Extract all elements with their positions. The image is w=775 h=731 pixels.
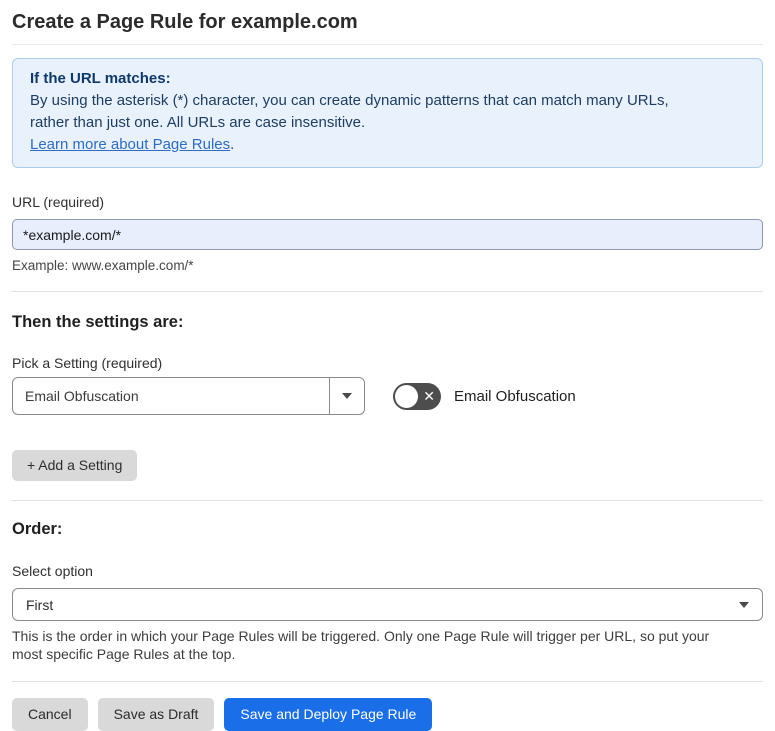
link-period: . (230, 136, 235, 153)
order-select[interactable]: First (12, 588, 763, 621)
email-obfuscation-toggle-group: ✕ Email Obfuscation (393, 382, 576, 410)
settings-section-heading: Then the settings are: (12, 313, 184, 331)
toggle-knob (395, 384, 418, 408)
info-box-link-row: Learn more about Page Rules. (30, 134, 745, 156)
section-divider (12, 500, 763, 501)
footer-divider (12, 681, 763, 682)
order-section-heading: Order: (12, 520, 63, 538)
add-setting-button[interactable]: + Add a Setting (12, 450, 138, 481)
info-box-body-line1: By using the asterisk (*) character, you… (30, 92, 669, 109)
chevron-down-icon (342, 393, 352, 399)
save-and-deploy-button[interactable]: Save and Deploy Page Rule (224, 698, 433, 731)
order-select-value: First (26, 596, 54, 613)
setting-select-value: Email Obfuscation (25, 388, 139, 404)
setting-select-arrow-button[interactable] (329, 378, 364, 414)
chevron-down-icon (739, 601, 749, 608)
section-divider (12, 291, 763, 292)
order-help-line1: This is the order in which your Page Rul… (12, 628, 710, 644)
cancel-button[interactable]: Cancel (12, 698, 88, 731)
setting-select[interactable]: Email Obfuscation (12, 377, 365, 415)
url-field-label: URL (required) (12, 194, 105, 210)
pick-setting-label: Pick a Setting (required) (12, 355, 163, 371)
info-box-body-line2: rather than just one. All URLs are case … (30, 114, 366, 131)
order-help-text: This is the order in which your Page Rul… (12, 627, 763, 663)
toggle-label: Email Obfuscation (454, 387, 576, 405)
learn-more-link[interactable]: Learn more about Page Rules (30, 136, 230, 153)
toggle-off-icon: ✕ (423, 388, 435, 404)
page-title: Create a Page Rule for example.com (12, 11, 358, 33)
footer-actions: Cancel Save as Draft Save and Deploy Pag… (12, 698, 763, 731)
title-divider (12, 44, 763, 45)
email-obfuscation-toggle[interactable]: ✕ (393, 382, 441, 410)
select-option-label: Select option (12, 563, 93, 579)
save-as-draft-button[interactable]: Save as Draft (97, 698, 215, 731)
setting-row: Email Obfuscation ✕ Email Obfuscation (12, 377, 763, 415)
url-example-text: Example: www.example.com/* (12, 258, 194, 273)
url-input[interactable] (12, 219, 763, 250)
create-page-rule-panel: Create a Page Rule for example.com If th… (0, 0, 775, 731)
url-matches-info-box: If the URL matches: By using the asteris… (12, 58, 763, 168)
info-box-heading: If the URL matches: (30, 70, 171, 87)
order-help-line2: most specific Page Rules at the top. (12, 646, 236, 662)
